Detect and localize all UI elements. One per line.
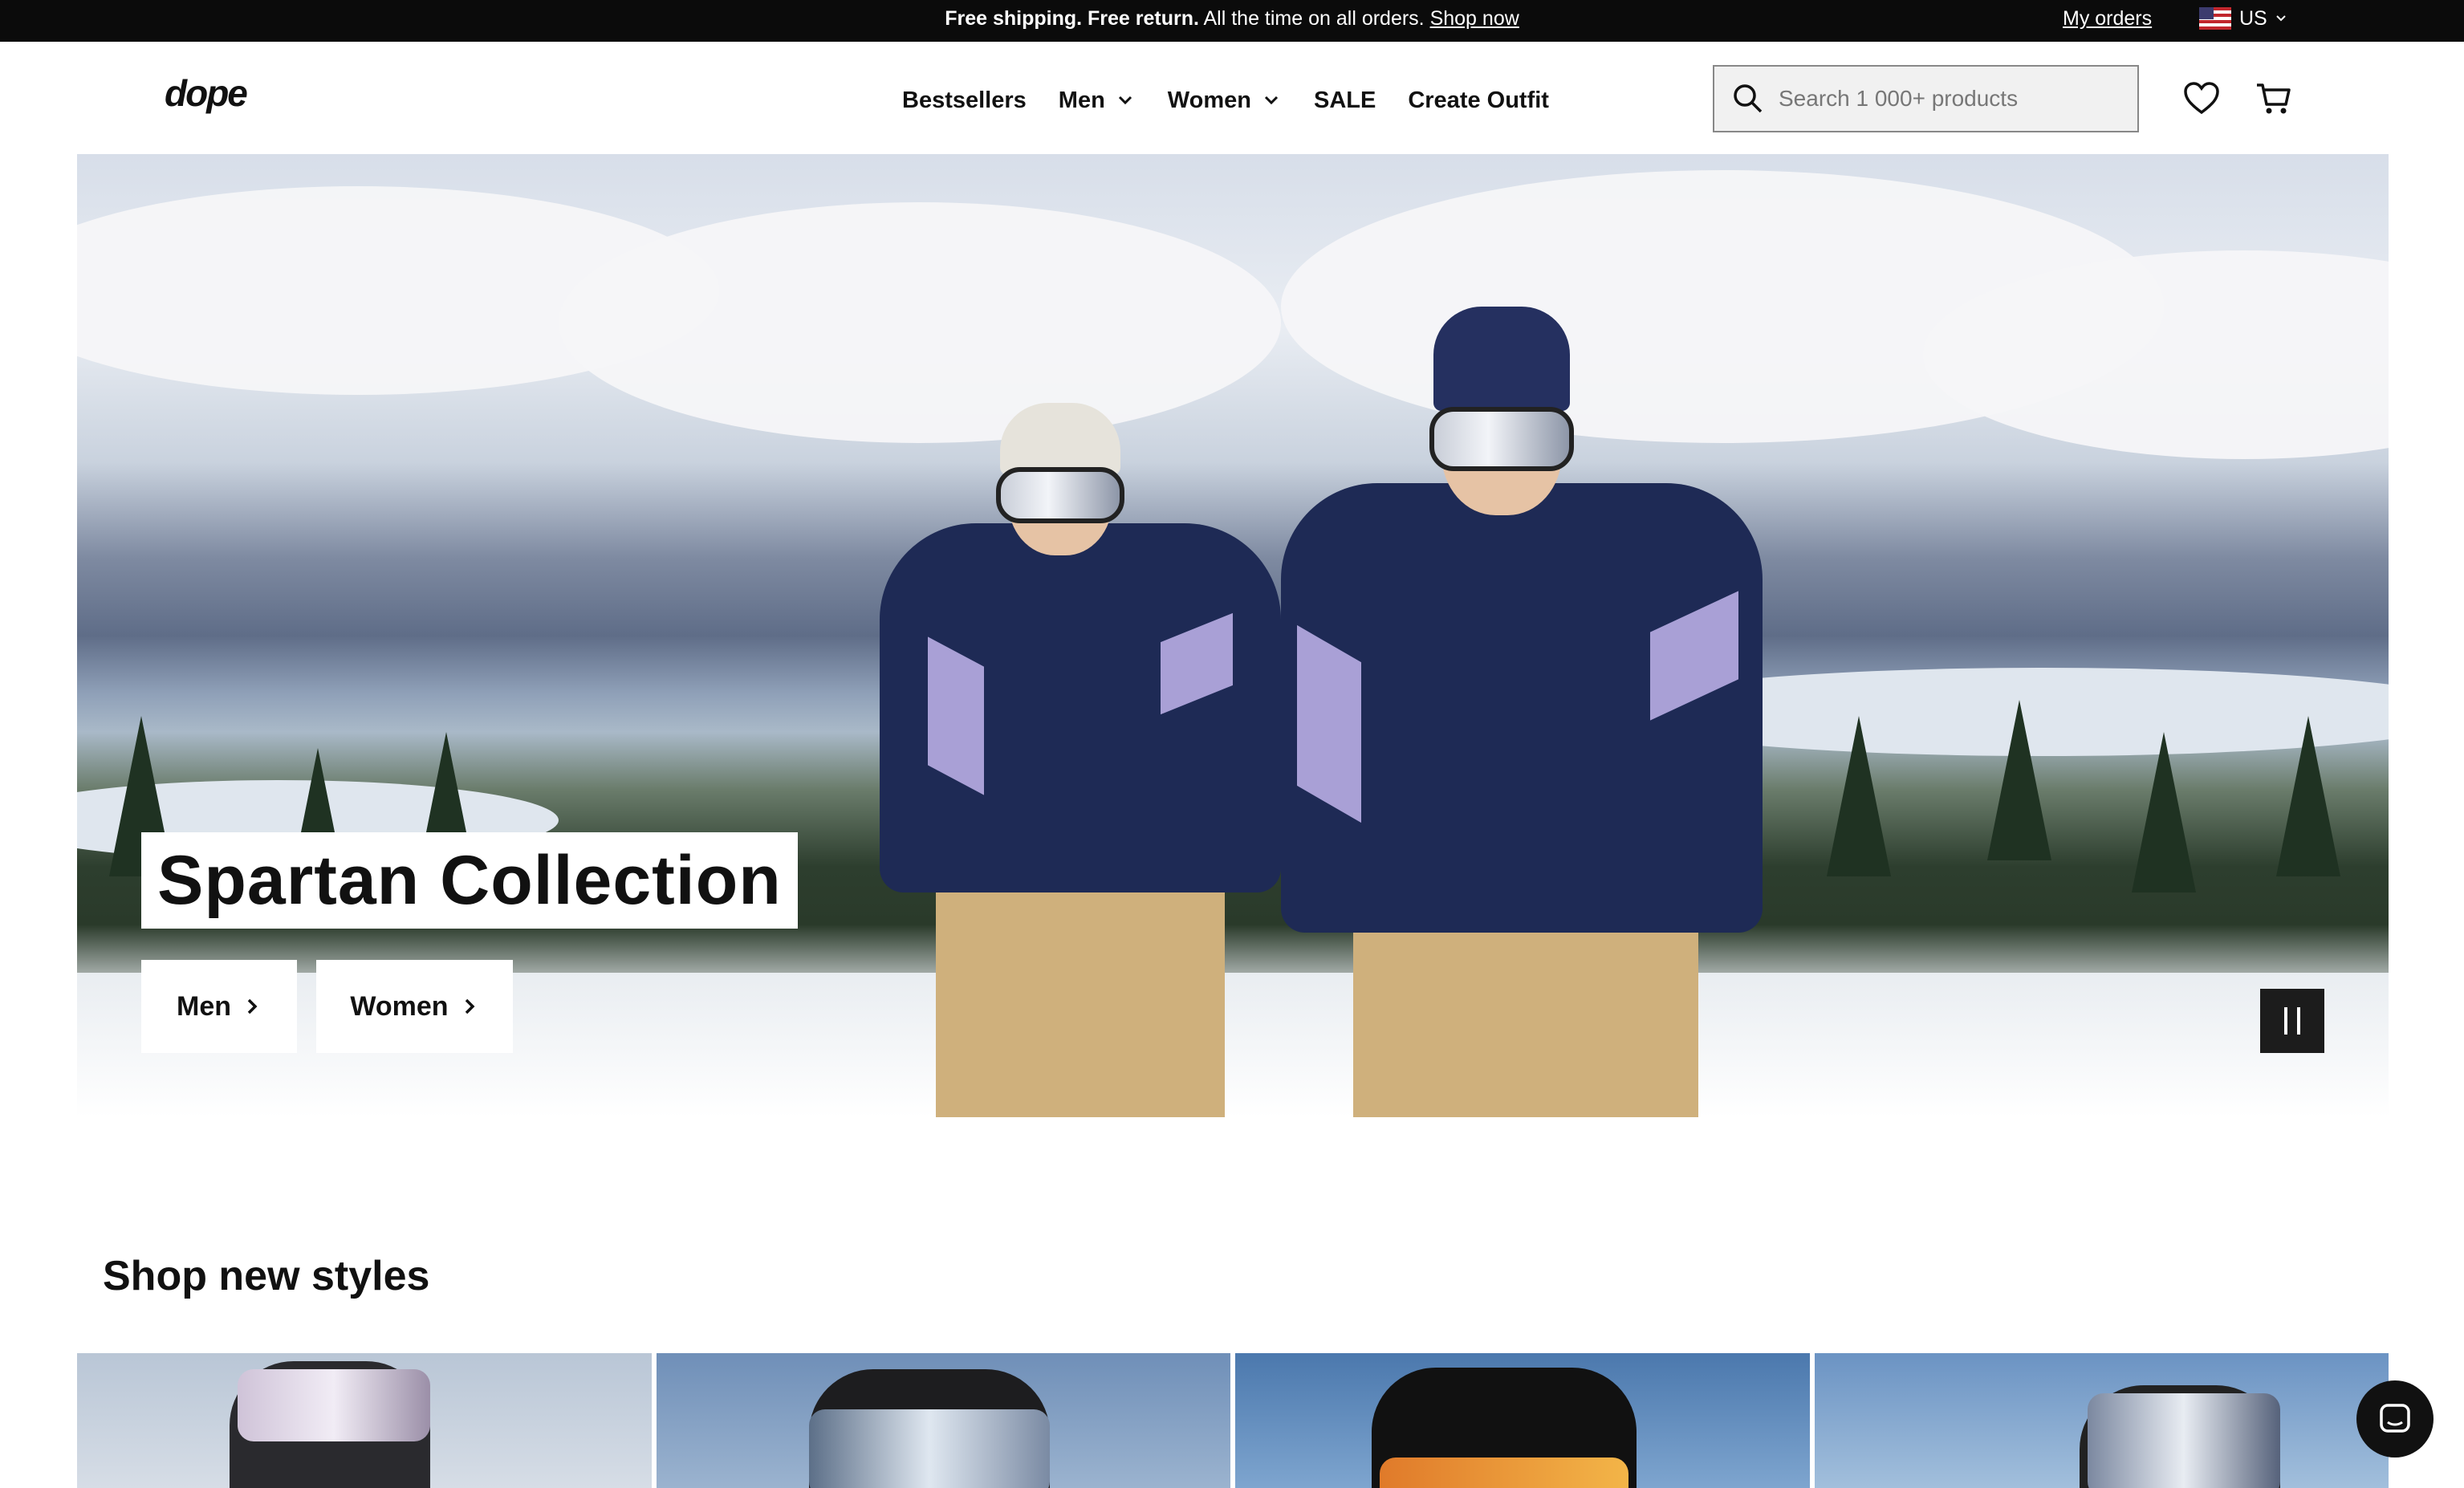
shop-now-link[interactable]: Shop now — [1430, 7, 1519, 30]
model-right — [1249, 307, 1811, 1117]
region-label: US — [2239, 6, 2267, 30]
chat-icon — [2380, 1404, 2410, 1433]
button-label: Men — [177, 990, 231, 1022]
pause-icon — [2284, 1007, 2287, 1035]
search-icon — [1734, 84, 1763, 113]
product-tiles — [77, 1353, 2389, 1488]
heart-icon[interactable] — [2181, 79, 2222, 119]
dope-logo[interactable]: dope — [165, 74, 261, 116]
chevron-right-icon — [465, 998, 475, 1014]
product-tile[interactable] — [1814, 1353, 2389, 1488]
announcement-bar: Free shipping. Free return. All the time… — [0, 0, 2464, 42]
hero-banner: Spartan Collection Men Women — [77, 154, 2389, 1117]
cart-icon[interactable] — [2254, 79, 2294, 119]
nav-bestsellers[interactable]: Bestsellers — [902, 87, 1027, 114]
my-orders-link[interactable]: My orders — [2063, 0, 2152, 37]
product-tile[interactable] — [656, 1353, 1230, 1488]
goggles — [996, 467, 1124, 523]
product-tile[interactable] — [77, 1353, 652, 1488]
beanie — [1000, 403, 1120, 475]
nav-sale[interactable]: SALE — [1314, 87, 1376, 114]
logo-text: dope — [165, 74, 247, 114]
nav-label: SALE — [1313, 87, 1376, 113]
goggle-lens — [1380, 1458, 1628, 1488]
announcement-bold: Free shipping. Free return. — [945, 7, 1199, 30]
goggles — [1429, 407, 1574, 471]
chevron-down-icon — [1264, 96, 1279, 105]
chat-button[interactable] — [2356, 1380, 2434, 1458]
hero-title: Spartan Collection — [157, 841, 782, 919]
goggle-lens — [238, 1369, 430, 1441]
pause-button[interactable] — [2260, 989, 2324, 1053]
nav-men[interactable]: Men — [1059, 87, 1136, 114]
goggle-lens — [2087, 1393, 2280, 1488]
nav-create-outfit[interactable]: Create Outfit — [1408, 87, 1549, 114]
chevron-down-icon — [1118, 96, 1132, 105]
chevron-right-icon — [247, 998, 258, 1014]
nav-women[interactable]: Women — [1168, 87, 1282, 114]
chevron-down-icon — [2276, 15, 2286, 22]
hero-women-button[interactable]: Women — [316, 960, 513, 1053]
site-header: dope Bestsellers Men Women SALE Create O… — [0, 42, 2464, 154]
goggle-lens — [808, 1409, 1050, 1488]
tree-shape — [1987, 700, 2051, 860]
nav-label: Create Outfit — [1408, 87, 1549, 113]
announcement-text: All the time on all orders. — [1198, 7, 1430, 30]
nav-label: Bestsellers — [902, 87, 1027, 113]
beanie — [1433, 307, 1570, 411]
hero-title-box: Spartan Collection — [141, 832, 798, 929]
hero-men-button[interactable]: Men — [141, 960, 297, 1053]
region-selector[interactable]: US — [2199, 6, 2287, 30]
product-tile[interactable] — [1235, 1353, 1810, 1488]
us-flag-icon — [2199, 7, 2231, 30]
tree-shape — [1827, 716, 1891, 876]
nav-label: Men — [1058, 87, 1105, 113]
pause-icon — [2297, 1007, 2300, 1035]
search-input[interactable] — [1779, 86, 2116, 112]
section-title: Shop new styles — [103, 1253, 430, 1299]
main-nav: Bestsellers Men Women SALE Create Outfit — [902, 80, 1581, 120]
button-label: Women — [350, 990, 449, 1022]
tree-shape — [2132, 732, 2196, 892]
nav-label: Women — [1167, 87, 1251, 113]
search-box[interactable] — [1713, 65, 2139, 132]
tree-shape — [2276, 716, 2340, 876]
